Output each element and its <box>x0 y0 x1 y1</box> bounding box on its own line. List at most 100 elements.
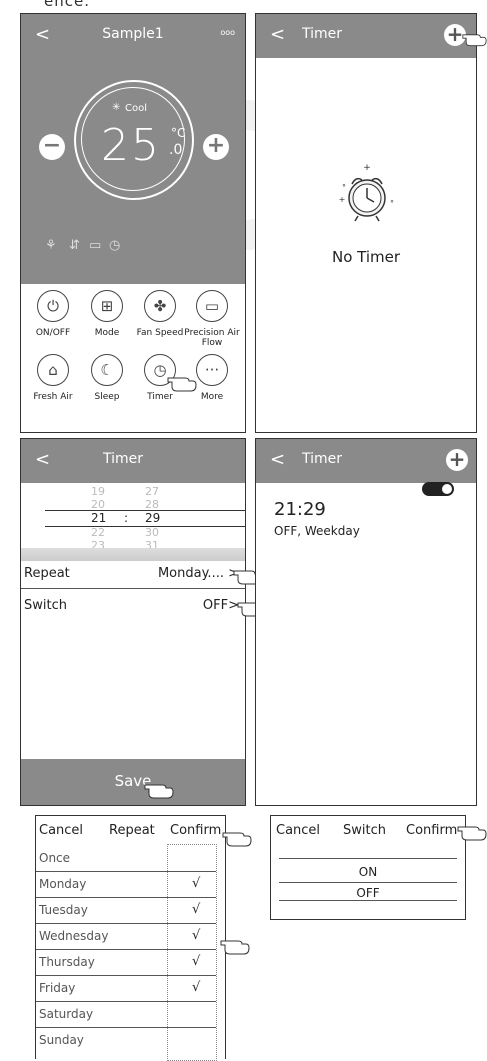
back-button[interactable]: < <box>270 449 285 470</box>
svg-text:°: ° <box>390 199 394 208</box>
row-divider <box>36 949 216 950</box>
no-timer-text: No Timer <box>331 248 401 266</box>
hour-option[interactable]: 19 <box>91 485 105 498</box>
mode-label-text: Mode <box>94 328 120 338</box>
checkmark-icon: √ <box>192 902 201 917</box>
switch-value[interactable]: OFF> <box>203 598 239 613</box>
hour-selected[interactable]: 21 <box>91 511 106 525</box>
precision-air-flow-label: Precision Air Flow <box>184 328 240 348</box>
checkmark-icon: √ <box>192 928 201 943</box>
sheet-title: Switch <box>343 823 386 838</box>
time-separator: : <box>124 511 129 525</box>
day-option[interactable]: Sunday <box>39 1033 84 1047</box>
fan-status-icon: ⚘ <box>45 238 57 253</box>
hour-option[interactable]: 22 <box>91 526 105 539</box>
switch-picker-sheet: Cancel Switch Confirm ON OFF <box>270 815 466 920</box>
row-divider <box>36 871 216 872</box>
row-divider <box>36 1001 216 1002</box>
picker-line <box>45 510 245 511</box>
timer-time[interactable]: 21:29 <box>274 499 326 520</box>
day-option[interactable]: Tuesday <box>39 903 88 917</box>
main-control-screen: < Sample1 ooo ✳ Cool 25 °C .0 − + ⚘ ⇵ ▭ … <box>20 13 246 433</box>
minute-option[interactable]: 27 <box>145 485 159 498</box>
switch-option-on[interactable]: ON <box>271 865 465 879</box>
day-option[interactable]: Saturday <box>39 1007 93 1021</box>
header: < Sample1 ooo <box>21 14 245 58</box>
svg-text:+: + <box>339 195 346 204</box>
checkmark-icon: √ <box>192 980 201 995</box>
svg-text:°: ° <box>342 183 346 192</box>
fresh-air-label: Fresh Air <box>33 392 73 402</box>
temperature-decimal: .0 <box>169 142 183 158</box>
pointing-hand-icon <box>167 377 197 392</box>
mode-icon: ⊞ <box>91 290 123 322</box>
day-option[interactable]: Thursday <box>39 955 95 969</box>
pointing-hand-icon <box>144 784 174 799</box>
mode-label: Cool <box>125 103 147 114</box>
header: < Timer + <box>256 439 476 483</box>
row-divider <box>36 923 216 924</box>
day-option[interactable]: Friday <box>39 981 75 995</box>
back-button[interactable]: < <box>35 449 50 470</box>
sleep-button[interactable]: ☾ <box>87 354 127 394</box>
more-button[interactable]: ··· <box>192 354 232 394</box>
picker-line <box>45 526 245 527</box>
confirm-button[interactable]: Confirm <box>170 823 221 838</box>
timer-toggle[interactable] <box>422 482 454 496</box>
pointing-hand-icon <box>457 826 487 841</box>
cancel-button[interactable]: Cancel <box>39 823 83 838</box>
timer-edit-screen: < Timer 19 20 21 22 23 : 27 28 29 30 31 … <box>20 438 246 806</box>
option-divider <box>279 858 457 859</box>
power-icon: ⏻ <box>37 290 69 322</box>
option-divider <box>279 882 457 883</box>
temperature-panel: ✳ Cool 25 °C .0 − + ⚘ ⇵ ▭ ◷ <box>21 58 245 284</box>
save-button[interactable]: Save <box>21 759 245 805</box>
menu-icon[interactable]: ooo <box>220 28 235 37</box>
minute-option[interactable]: 30 <box>145 526 159 539</box>
header: < Timer + <box>256 14 476 58</box>
mode-snowflake-icon: ✳ <box>112 102 121 113</box>
screen-title: Timer <box>103 451 144 467</box>
fresh-air-button[interactable]: ⌂ <box>33 354 73 394</box>
precision-air-flow-button[interactable]: ▭ <box>192 290 232 330</box>
day-option[interactable]: Wednesday <box>39 929 108 943</box>
airflow-status-icon: ▭ <box>89 238 102 253</box>
decrease-temp-button[interactable]: − <box>39 134 65 160</box>
switch-option-off[interactable]: OFF <box>271 886 465 900</box>
cancel-button[interactable]: Cancel <box>276 823 320 838</box>
header: < Timer <box>21 439 245 483</box>
fan-speed-button[interactable]: ✤ <box>140 290 180 330</box>
day-option[interactable]: Monday <box>39 877 86 891</box>
pointing-hand-icon <box>222 832 252 847</box>
fan-icon: ✤ <box>144 290 176 322</box>
confirm-button[interactable]: Confirm <box>406 823 457 838</box>
sleep-icon: ☾ <box>91 354 123 386</box>
row-divider <box>21 588 245 589</box>
pointing-hand-icon <box>462 34 487 47</box>
checkmark-icon: √ <box>192 876 201 891</box>
on-off-label: ON/OFF <box>35 328 71 338</box>
day-option[interactable]: Once <box>39 851 70 865</box>
option-divider <box>279 900 457 901</box>
minute-selected[interactable]: 29 <box>145 511 160 525</box>
more-icon: ··· <box>196 354 228 386</box>
svg-text:+: + <box>363 163 371 173</box>
screen-title: Timer <box>302 451 343 467</box>
alarm-clock-icon: + + ° ° <box>339 163 394 222</box>
airflow-icon: ▭ <box>196 290 228 322</box>
on-off-button[interactable]: ⏻ <box>33 290 73 330</box>
mode-button[interactable]: ⊞ <box>87 290 127 330</box>
device-title: Sample1 <box>102 26 164 42</box>
increase-temp-button[interactable]: + <box>203 134 229 160</box>
repeat-picker-sheet: Cancel Repeat Confirm Once Monday √ Tuesday… <box>35 815 226 1061</box>
row-divider <box>36 897 216 898</box>
checkmark-icon: √ <box>192 954 201 969</box>
add-timer-button[interactable]: + <box>446 449 468 471</box>
section-divider <box>21 548 245 561</box>
back-button[interactable]: < <box>270 24 285 45</box>
timer-empty-screen: < Timer + + + ° ° No Timer <box>255 13 477 433</box>
row-divider <box>36 975 216 976</box>
repeat-value[interactable]: Monday.... > <box>158 566 239 581</box>
sheet-header: Cancel Switch Confirm <box>271 816 465 846</box>
sleep-label: Sleep <box>94 392 120 402</box>
